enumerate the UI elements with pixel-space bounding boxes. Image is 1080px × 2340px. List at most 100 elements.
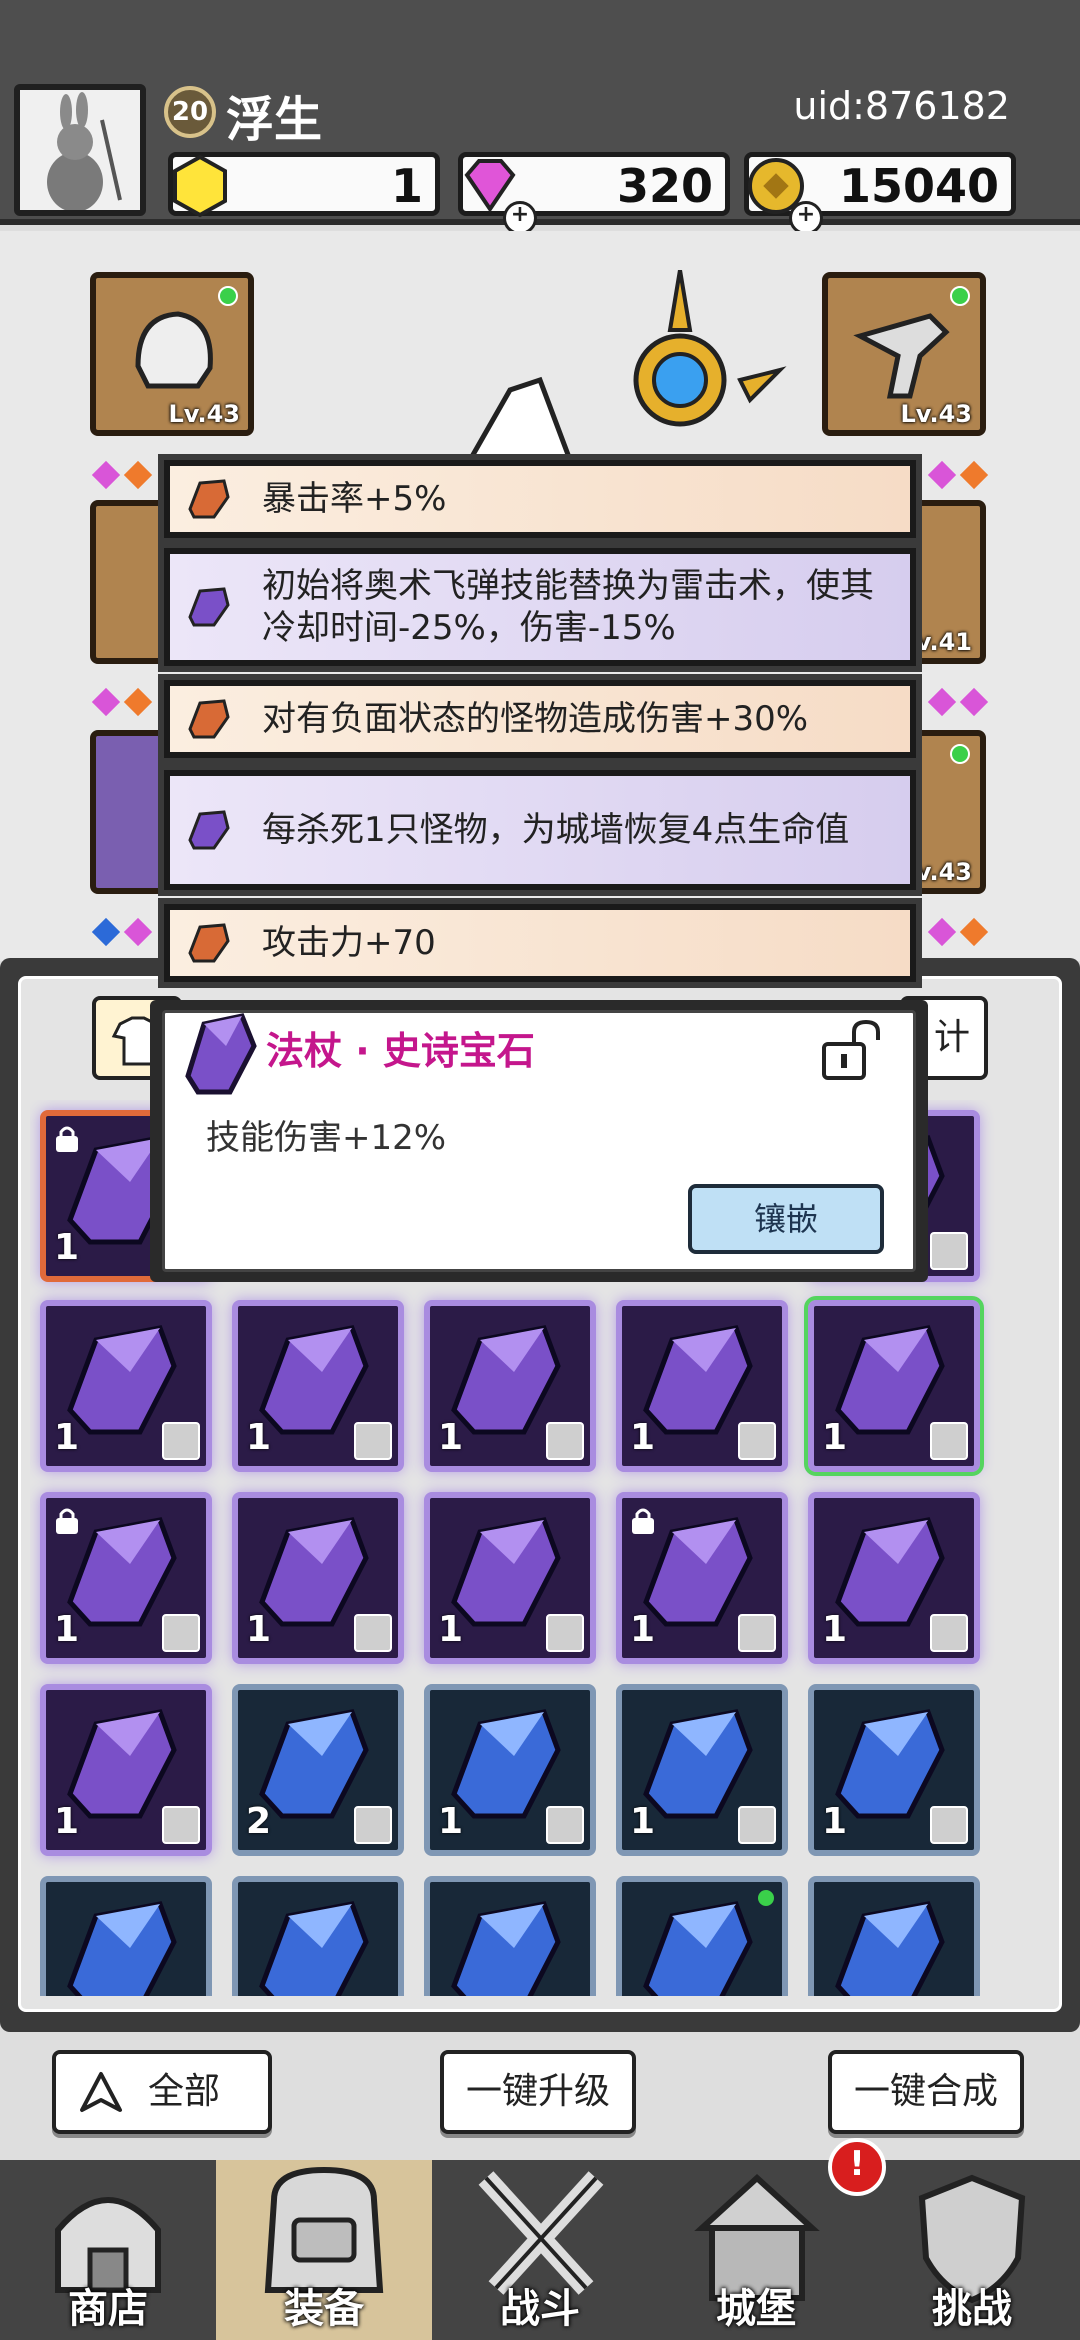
gem-count: 1 [438, 1801, 464, 1842]
gem-count: 1 [246, 1609, 272, 1650]
equip-type-icon [930, 1614, 968, 1652]
nav-castle[interactable]: ! 城堡 [648, 2138, 886, 2340]
gloves-icon [853, 313, 950, 399]
gem-cell[interactable]: 1 [424, 1876, 596, 1996]
orange-gem-icon [188, 479, 230, 519]
nav-equipment[interactable]: 装备 [216, 2160, 432, 2340]
gem-cell[interactable]: 1 [804, 1296, 984, 1476]
gem-cell[interactable]: 1 [424, 1492, 596, 1664]
equip-type-icon [738, 1614, 776, 1652]
gem-count: 1 [822, 1609, 848, 1650]
gem-count: 1 [630, 1993, 655, 1996]
gem-title: 法杖 · 史诗宝石 [266, 1029, 535, 1073]
affix-text: 对有负面状态的怪物造成伤害+30% [262, 699, 809, 739]
blue-gem-icon [643, 1901, 753, 1996]
new-indicator [218, 286, 238, 306]
gem-cell[interactable]: 1 [40, 1684, 212, 1856]
player-name: 浮生 [226, 92, 323, 148]
equip-type-icon [546, 1422, 584, 1460]
add-gold-icon[interactable]: + [789, 201, 823, 235]
gem-count: 1 [822, 1801, 848, 1842]
gem-cell[interactable]: 2 [232, 1684, 404, 1856]
diamond-counter[interactable]: + 320 [458, 152, 730, 235]
blue-gem-icon [835, 1901, 945, 1996]
gem-cell[interactable]: 1 [424, 1300, 596, 1472]
orange-gem-icon [188, 699, 230, 739]
equip-type-icon [354, 1806, 392, 1844]
nav-battle-label: 战斗 [500, 2286, 580, 2332]
affix-text: 初始将奥术飞弹技能替换为雷击术，使其冷却时间-25%，伤害-15% [262, 566, 874, 648]
merge-all-button[interactable]: 一键合成 [828, 2050, 1024, 2134]
gem-description: 技能伤害+12% [206, 1118, 447, 1158]
new-indicator [758, 1890, 774, 1906]
triangle-filter-icon [80, 2072, 122, 2112]
avatar[interactable] [14, 84, 146, 216]
upgrade-all-button[interactable]: 一键升级 [440, 2050, 636, 2134]
new-indicator [950, 744, 970, 764]
gem-cell[interactable]: 1 [616, 1300, 788, 1472]
blue-gem-icon [67, 1901, 177, 1996]
orange-gem-icon [188, 923, 230, 963]
bottom-nav: 商店 装备 战斗 ! 城堡 挑战 [0, 2138, 1080, 2340]
equip-level: Lv.43 [168, 400, 241, 428]
affix-row: 暴击率+5% [164, 460, 916, 538]
affix-text: 暴击率+5% [262, 479, 447, 519]
gem-cell[interactable]: 1 [616, 1876, 788, 1996]
gem-count: 1 [54, 1609, 80, 1650]
affix-row: 每杀死1只怪物，为城墙恢复4点生命值 [164, 770, 916, 890]
nav-challenge[interactable]: 挑战 [864, 2160, 1080, 2340]
equip-type-icon [162, 1422, 200, 1460]
equip-type-icon [162, 1614, 200, 1652]
energy-counter[interactable]: 1 [168, 152, 440, 218]
gem-count: 1 [438, 1609, 464, 1650]
add-diamond-icon[interactable]: + [503, 201, 537, 235]
gem-count: 1 [54, 1417, 80, 1458]
nav-battle[interactable]: 战斗 [432, 2160, 648, 2340]
gem-cell[interactable]: 1 [40, 1876, 212, 1996]
gem-cell[interactable]: 1 [616, 1492, 788, 1664]
gem-cell[interactable]: 1 [616, 1684, 788, 1856]
equip-type-icon [162, 1806, 200, 1844]
equip-type-icon [354, 1614, 392, 1652]
filter-all-button[interactable]: 全部 [52, 2050, 272, 2134]
gem-cell[interactable]: 1 [232, 1492, 404, 1664]
gem-cell[interactable]: 1 [232, 1300, 404, 1472]
gem-count: 1 [54, 1227, 80, 1268]
gem-count: 1 [630, 1801, 656, 1842]
equip-slot-helmet[interactable]: Lv.43 [90, 272, 254, 436]
rabbit-avatar-icon [47, 92, 122, 210]
diamond-value: 320 [616, 159, 713, 213]
lock-icon [56, 1126, 78, 1152]
equip-type-icon [738, 1806, 776, 1844]
purple-gem-icon [188, 810, 230, 850]
affix-text: 攻击力+70 [262, 923, 436, 963]
equip-type-icon [354, 1422, 392, 1460]
gem-count: 1 [630, 1609, 656, 1650]
gem-count: 1 [630, 1417, 656, 1458]
gem-cell[interactable]: 1 [40, 1300, 212, 1472]
gem-cell[interactable]: 1 [808, 1684, 980, 1856]
lock-icon [56, 1508, 78, 1534]
energy-gem-icon [173, 154, 227, 218]
gem-cell[interactable]: 1 [808, 1492, 980, 1664]
lock-icon [632, 1508, 654, 1534]
nav-equipment-label: 装备 [284, 2286, 364, 2332]
gem-cell[interactable]: 1 [40, 1492, 212, 1664]
unlock-icon[interactable] [820, 1018, 886, 1084]
equip-type-icon [930, 1422, 968, 1460]
gem-count: 1 [54, 1993, 79, 1996]
inlay-button[interactable]: 镶嵌 [688, 1184, 884, 1254]
new-indicator [950, 286, 970, 306]
player-level-badge: 20 [164, 86, 216, 138]
gem-count: 1 [438, 1417, 464, 1458]
equip-type-icon [930, 1232, 968, 1270]
gold-counter[interactable]: + 15040 [744, 152, 1016, 235]
gem-cell[interactable]: 2 [232, 1876, 404, 1996]
nav-shop[interactable]: 商店 [0, 2160, 216, 2340]
equip-slot-gloves[interactable]: Lv.43 [822, 272, 986, 436]
gem-cell[interactable]: 1 [808, 1876, 980, 1996]
player-uid: uid:876182 [793, 84, 1010, 128]
gem-count: 1 [822, 1417, 848, 1458]
gem-count: 1 [438, 1993, 463, 1996]
gem-cell[interactable]: 1 [424, 1684, 596, 1856]
